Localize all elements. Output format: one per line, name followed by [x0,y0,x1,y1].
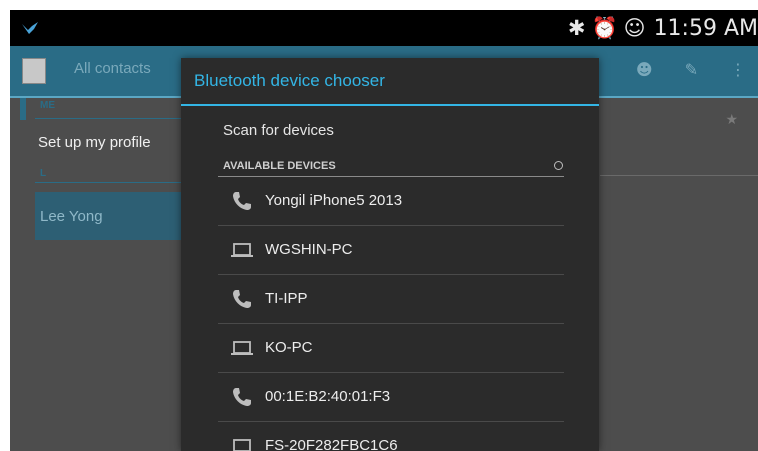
divider [600,175,758,176]
phone-icon [230,288,254,310]
section-marker [20,98,26,120]
scan-for-devices-button[interactable]: Scan for devices [181,116,599,144]
contact-name: Lee Yong [40,208,103,225]
device-item[interactable]: 00:1E:B2:40:01:F3 [218,373,564,422]
contacts-app-icon[interactable] [22,58,46,84]
scan-label: Scan for devices [223,122,334,139]
phone-icon [230,386,254,408]
section-header-l: L [40,168,47,179]
device-item[interactable]: FS-20F282FBC1C6 [218,422,564,451]
device-name: WGSHIN-PC [265,241,353,258]
available-devices-header: AVAILABLE DEVICES [223,160,336,172]
device-item[interactable]: KO-PC [218,324,564,373]
device-name: Yongil iPhone5 2013 [265,192,403,209]
device-name: FS-20F282FBC1C6 [265,437,398,451]
divider [35,182,190,183]
android-screen: ✱ ⏰ ☺ 11:59 AM All contacts ☻ ✎ ⋮ ME Set… [10,10,758,451]
device-name: TI-IPP [265,290,308,307]
contact-icon[interactable]: ☻ [636,60,653,79]
device-item[interactable]: Yongil iPhone5 2013 [218,177,564,226]
device-item[interactable]: TI-IPP [218,275,564,324]
divider [35,118,190,119]
bluetooth-device-chooser-dialog: Bluetooth device chooser Scan for device… [181,58,599,451]
account-sync-icon: ☺ [623,16,646,40]
device-list: Yongil iPhone5 2013 WGSHIN-PC TI-IPP KO-PC 0… [218,177,564,451]
device-name: 00:1E:B2:40:01:F3 [265,388,391,405]
alarm-icon: ⏰ [591,16,618,40]
status-icons: ✱ ⏰ ☺ 11:59 AM [568,10,758,46]
edit-icon[interactable]: ✎ [685,60,698,79]
action-bar-title[interactable]: All contacts [74,60,151,77]
laptop-icon [230,337,254,359]
device-name: KO-PC [265,339,313,356]
phone-icon [230,190,254,212]
action-bar-icons: ☻ ✎ ⋮ [636,60,746,79]
status-bar: ✱ ⏰ ☺ 11:59 AM [10,10,758,46]
laptop-icon [230,239,254,261]
dialog-title-divider [181,104,599,106]
bird-logo-icon [22,22,38,34]
scanning-spinner-icon [554,161,563,170]
device-item[interactable]: WGSHIN-PC [218,226,564,275]
bluetooth-icon: ✱ [567,16,586,40]
overflow-menu-icon[interactable]: ⋮ [730,60,746,79]
laptop-icon [230,435,254,451]
setup-profile-item[interactable]: Set up my profile [38,134,151,151]
dialog-title: Bluetooth device chooser [194,71,385,90]
star-icon[interactable]: ★ [725,112,738,128]
section-header-me: ME [40,100,55,111]
status-time: 11:59 AM [653,15,758,41]
